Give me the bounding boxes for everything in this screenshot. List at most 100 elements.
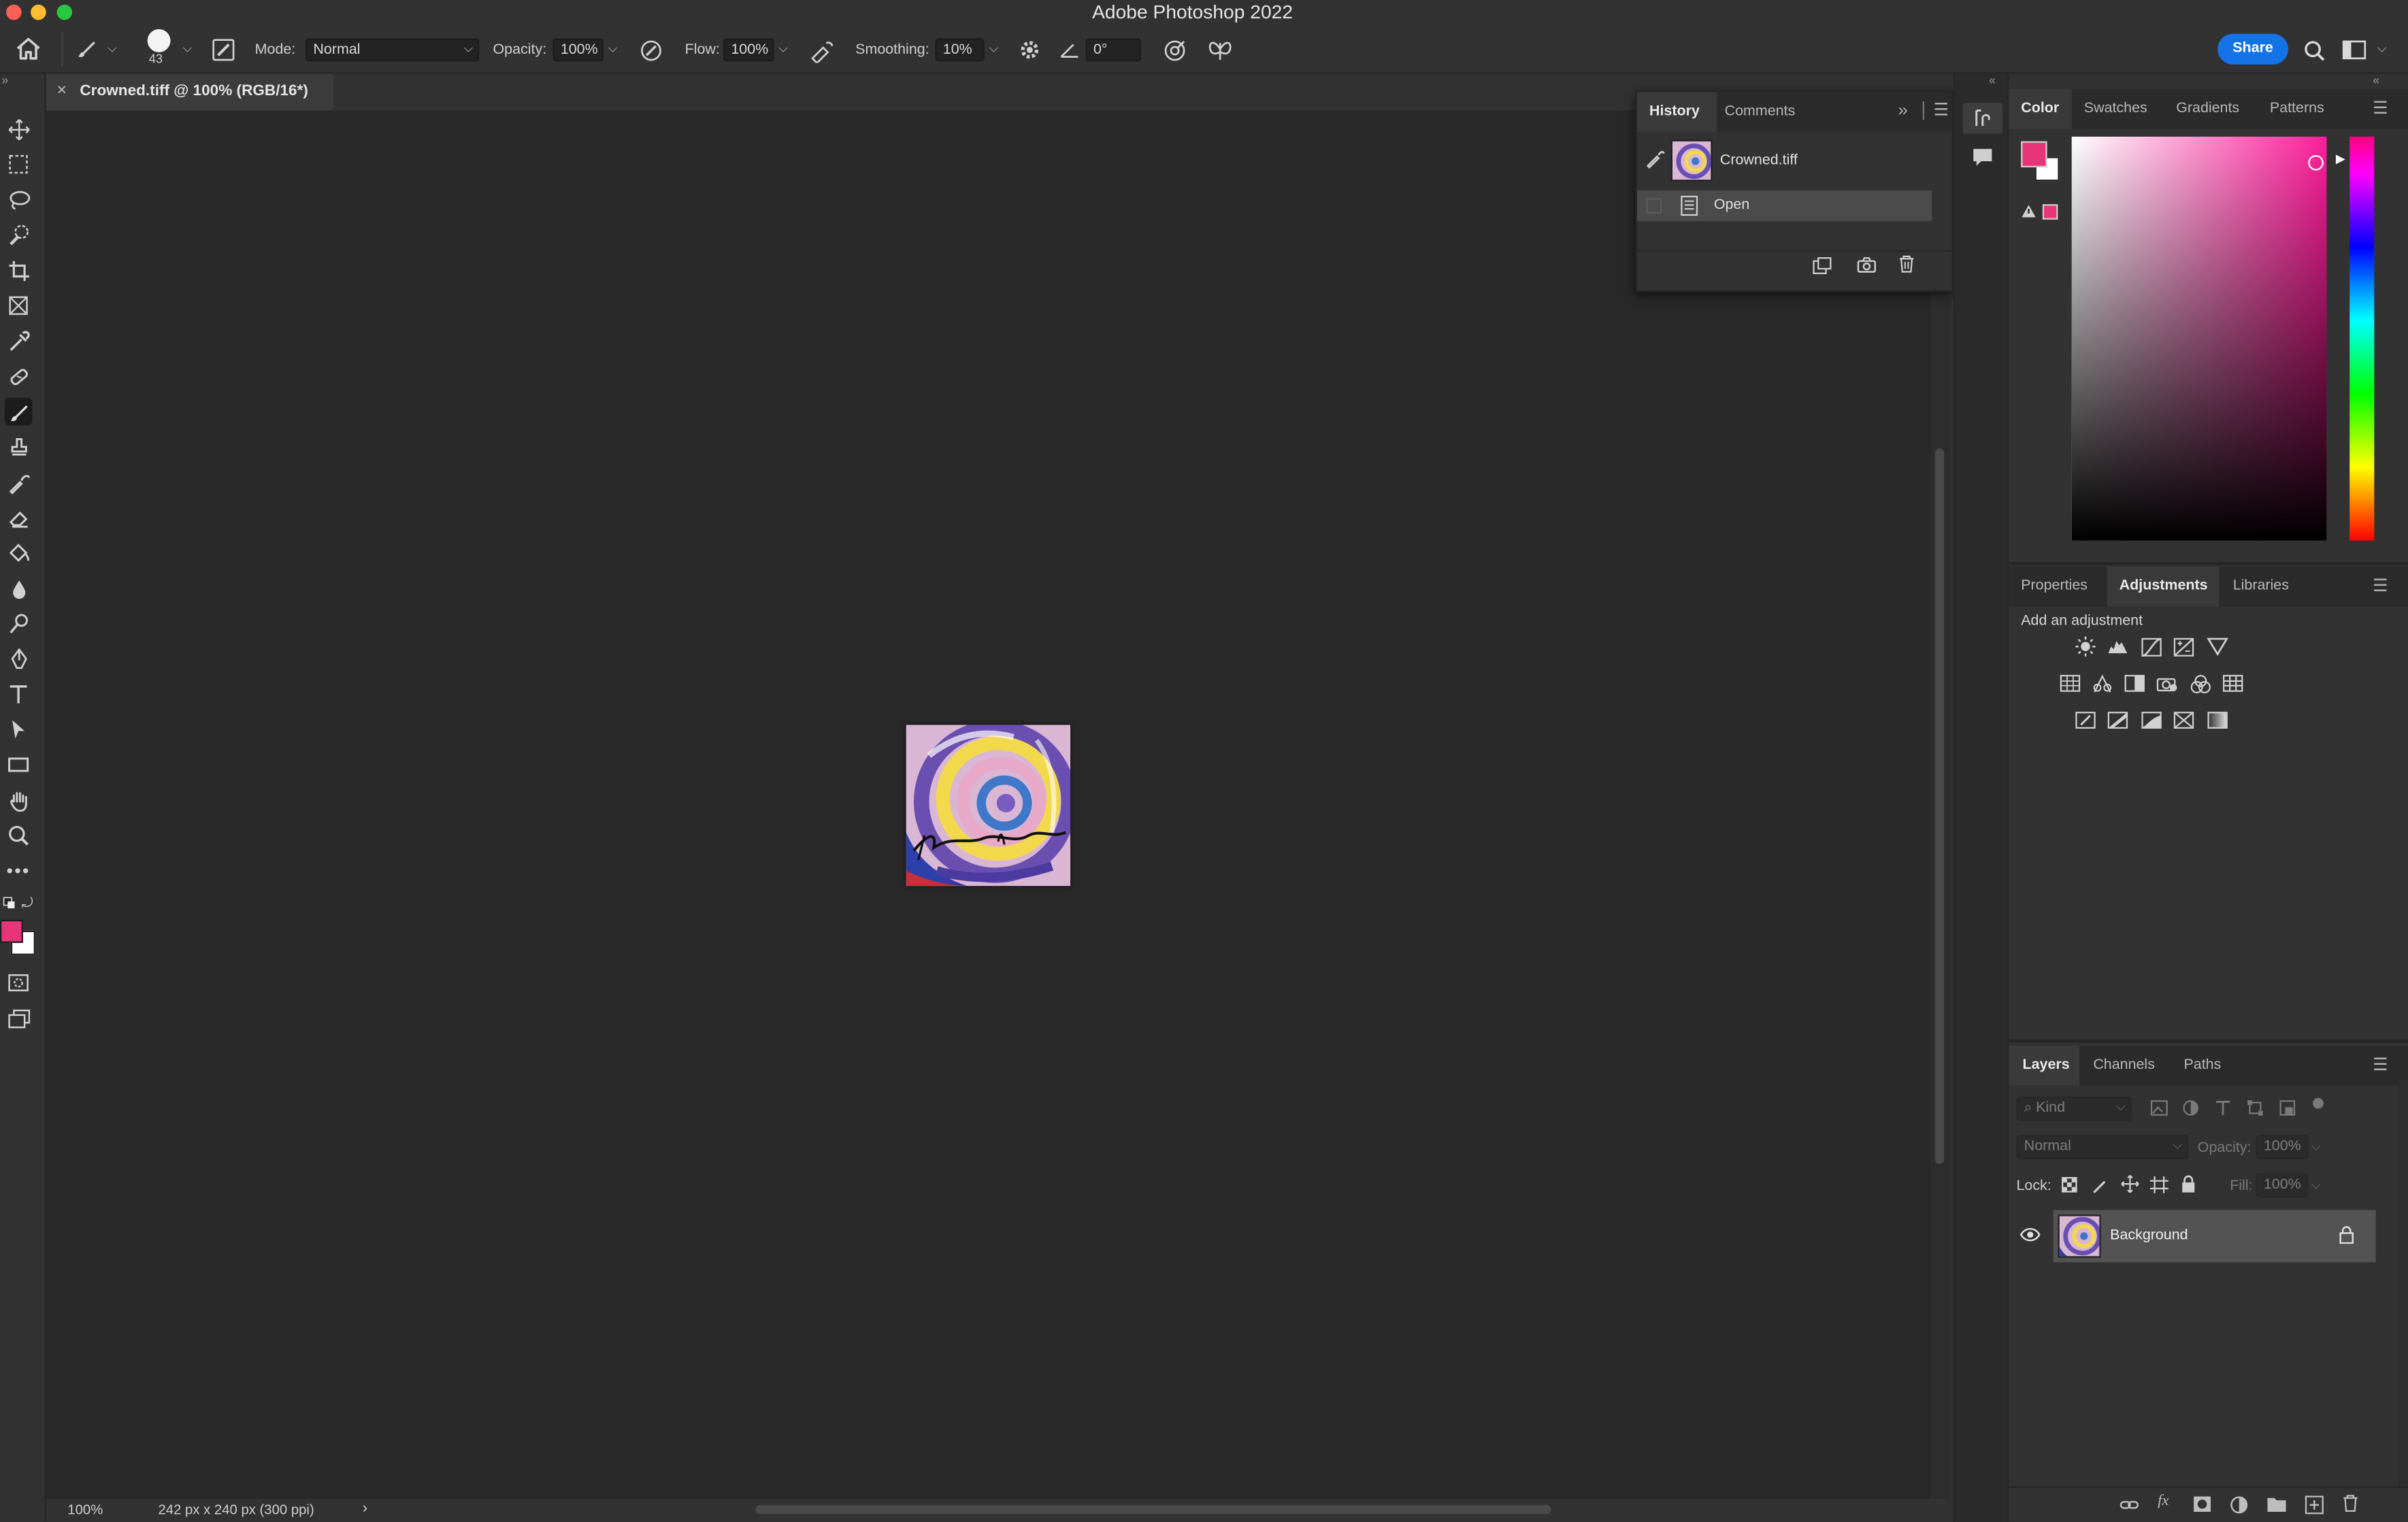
delete-state-trash-icon[interactable] [1898, 255, 1915, 274]
color-field-picker[interactable] [2071, 136, 2327, 541]
swap-colors-icon[interactable]: ⤾ [22, 895, 33, 912]
tab-history[interactable]: History [1649, 103, 1700, 120]
flow-chevron-icon[interactable]: ⌵ [778, 42, 788, 57]
tab-comments[interactable]: Comments [1725, 103, 1796, 120]
tab-channels[interactable]: Channels [2093, 1057, 2155, 1074]
layer-opacity-field[interactable]: 100% [2256, 1134, 2309, 1160]
more-tools-icon[interactable]: ••• [5, 857, 33, 884]
paint-bucket-tool-icon[interactable] [5, 539, 33, 567]
gradient-map-icon[interactable] [2207, 711, 2228, 729]
tab-adjustments[interactable]: Adjustments [2120, 578, 2208, 595]
path-selection-tool-icon[interactable] [5, 716, 33, 744]
vertical-scrollbar-thumb[interactable] [1934, 448, 1945, 1164]
hand-tool-icon[interactable] [5, 787, 33, 814]
layer-fill-chevron-icon[interactable]: ⌵ [2311, 1178, 2321, 1193]
dock-comments-icon[interactable] [1972, 148, 1994, 167]
brush-tool-icon[interactable] [4, 397, 33, 426]
tab-layers[interactable]: Layers [2022, 1057, 2069, 1074]
brightness-contrast-icon[interactable] [2075, 636, 2096, 657]
pressure-opacity-icon[interactable] [639, 38, 663, 63]
history-panel-menu-icon[interactable]: ☰ [1934, 100, 1949, 120]
workspace-switcher-icon[interactable] [2342, 40, 2366, 60]
filter-smart-objects-icon[interactable] [2279, 1099, 2296, 1116]
mode-dropdown[interactable]: Normal ⌵ [306, 38, 480, 62]
quick-mask-icon[interactable] [5, 969, 33, 997]
new-layer-icon[interactable] [2305, 1495, 2324, 1515]
filter-adjustment-layers-icon[interactable] [2182, 1099, 2199, 1116]
type-tool-icon[interactable] [5, 680, 33, 708]
pressure-size-icon[interactable] [1163, 38, 1187, 63]
layer-visibility-eye-icon[interactable] [2019, 1227, 2041, 1242]
layers-panel-menu-icon[interactable]: ☰ [2373, 1055, 2388, 1075]
new-document-from-state-icon[interactable] [1812, 257, 1832, 275]
tab-paths[interactable]: Paths [2183, 1057, 2221, 1074]
frame-tool-icon[interactable] [5, 292, 33, 320]
blur-tool-icon[interactable] [5, 574, 33, 602]
tab-swatches[interactable]: Swatches [2084, 100, 2147, 117]
history-snapshot-row[interactable]: Crowned.tiff [1637, 138, 1932, 182]
history-brush-source-checkbox[interactable] [1646, 198, 1662, 214]
collapse-panels-icon[interactable]: « [2373, 73, 2379, 87]
home-icon[interactable] [16, 37, 42, 60]
link-layers-icon[interactable] [2120, 1498, 2139, 1513]
adjustments-panel-menu-icon[interactable]: ☰ [2373, 576, 2388, 596]
gradient-triangle-icon[interactable] [2207, 638, 2228, 656]
posterize-icon[interactable] [2107, 711, 2129, 729]
tab-properties[interactable]: Properties [2021, 578, 2088, 595]
curves-icon[interactable] [2141, 637, 2162, 656]
spot-healing-brush-tool-icon[interactable] [5, 363, 33, 391]
smoothing-chevron-icon[interactable]: ⌵ [989, 42, 999, 57]
hue-slider-marker-icon[interactable]: ▶ [2336, 152, 2345, 165]
color-panel-menu-icon[interactable]: ☰ [2373, 98, 2388, 118]
rectangle-tool-icon[interactable] [5, 751, 33, 779]
horizontal-scrollbar-thumb[interactable] [755, 1504, 1551, 1515]
vibrance-icon[interactable] [2060, 674, 2081, 693]
quick-selection-tool-icon[interactable] [5, 221, 33, 249]
threshold-icon[interactable] [2141, 711, 2162, 729]
layers-scrollbar[interactable] [2398, 1079, 2408, 1517]
search-icon[interactable] [2304, 40, 2326, 62]
vertical-scrollbar[interactable] [1930, 297, 1951, 1499]
layer-opacity-chevron-icon[interactable]: ⌵ [2311, 1140, 2321, 1155]
new-adjustment-layer-icon[interactable] [2230, 1495, 2248, 1514]
lock-position-icon[interactable] [2121, 1174, 2139, 1193]
flow-field[interactable]: 100% [723, 38, 774, 62]
levels-icon[interactable] [2107, 638, 2129, 656]
airbrush-icon[interactable] [809, 38, 835, 63]
layer-locked-icon[interactable] [2339, 1225, 2354, 1244]
lock-transparent-pixels-icon[interactable] [2061, 1176, 2078, 1193]
status-menu-arrow-icon[interactable]: › [363, 1500, 368, 1517]
opacity-chevron-icon[interactable]: ⌵ [608, 42, 618, 57]
create-snapshot-camera-icon[interactable] [1857, 257, 1877, 274]
brush-tool-preset-icon[interactable] [73, 37, 98, 61]
dodge-tool-icon[interactable] [5, 610, 33, 638]
lock-all-icon[interactable] [2181, 1175, 2196, 1193]
smoothing-options-gear-icon[interactable] [1018, 38, 1041, 61]
invert-icon[interactable] [2075, 711, 2096, 729]
pen-tool-icon[interactable] [5, 645, 33, 673]
tab-patterns[interactable]: Patterns [2270, 100, 2324, 117]
expand-panel-icon[interactable]: ›› [1898, 101, 1908, 120]
color-picker-cursor[interactable] [2308, 154, 2324, 171]
hue-slider[interactable] [2349, 136, 2375, 541]
filter-type-layers-icon[interactable] [2215, 1099, 2232, 1116]
zoom-level[interactable]: 100% [67, 1502, 103, 1517]
document-tab[interactable]: × Crowned.tiff @ 100% (RGB/16*) [46, 73, 333, 111]
hue-saturation-icon[interactable] [2092, 674, 2113, 693]
lock-image-pixels-icon[interactable] [2092, 1176, 2109, 1193]
filter-shape-layers-icon[interactable] [2247, 1099, 2264, 1116]
layer-fill-field[interactable]: 100% [2256, 1173, 2309, 1198]
history-brush-source-icon[interactable] [1645, 149, 1665, 169]
channel-mixer-icon[interactable] [2190, 674, 2212, 693]
lock-artboard-icon[interactable] [2149, 1176, 2168, 1193]
layer-name[interactable]: Background [2110, 1227, 2188, 1244]
document-image[interactable] [906, 725, 1071, 887]
symmetry-butterfly-icon[interactable] [1207, 38, 1233, 63]
tab-libraries[interactable]: Libraries [2233, 578, 2289, 595]
selective-color-icon[interactable] [2173, 711, 2195, 729]
brush-angle-field[interactable]: 0° [1085, 38, 1141, 62]
history-brush-tool-icon[interactable] [5, 468, 33, 496]
filter-toggle-icon[interactable] [2313, 1097, 2324, 1109]
gamut-color-chip[interactable] [2042, 204, 2058, 220]
rectangular-marquee-tool-icon[interactable] [5, 150, 33, 178]
